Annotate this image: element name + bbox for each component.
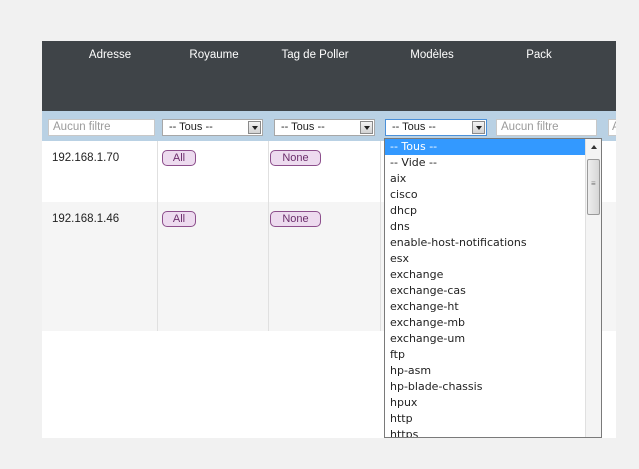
chevron-down-icon[interactable] <box>360 121 373 134</box>
dropdown-option[interactable]: http <box>385 411 585 427</box>
table-header: Adresse Royaume Tag de Poller Modèles Pa… <box>42 41 616 111</box>
dropdown-option[interactable]: cisco <box>385 187 585 203</box>
dropdown-option[interactable]: exchange-ht <box>385 299 585 315</box>
header-tag-poller[interactable]: Tag de Poller <box>270 49 360 61</box>
poller-tag-badge[interactable]: None <box>270 150 321 166</box>
filter-row: Aucun filtre -- Tous -- -- Tous -- -- To… <box>42 111 616 141</box>
scroll-up-arrow-icon[interactable] <box>588 141 599 153</box>
dropdown-option[interactable]: https <box>385 427 585 437</box>
dropdown-option[interactable]: hp-asm <box>385 363 585 379</box>
pack-filter-input[interactable]: Aucun filtre <box>496 119 597 136</box>
poller-tag-badge[interactable]: None <box>270 211 321 227</box>
modeles-filter-select[interactable]: -- Tous -- <box>385 119 487 136</box>
chevron-down-icon[interactable] <box>472 121 485 134</box>
header-modeles[interactable]: Modèles <box>402 49 462 61</box>
dropdown-scrollbar[interactable] <box>585 139 601 437</box>
dropdown-option[interactable]: esx <box>385 251 585 267</box>
dropdown-option[interactable]: -- Vide -- <box>385 155 585 171</box>
royaume-filter-select[interactable]: -- Tous -- <box>162 119 263 136</box>
dropdown-option[interactable]: dhcp <box>385 203 585 219</box>
column-divider <box>268 141 269 202</box>
dropdown-option[interactable]: hp-blade-chassis <box>385 379 585 395</box>
header-royaume[interactable]: Royaume <box>184 49 244 61</box>
column-divider <box>380 202 381 331</box>
dropdown-option[interactable]: exchange-um <box>385 331 585 347</box>
dropdown-option[interactable]: exchange <box>385 267 585 283</box>
column-divider <box>380 141 381 202</box>
tag-poller-filter-select[interactable]: -- Tous -- <box>274 119 375 136</box>
dropdown-option[interactable]: dns <box>385 219 585 235</box>
tag-poller-filter-value: -- Tous -- <box>281 121 325 133</box>
scrollbar-thumb[interactable] <box>587 159 600 215</box>
address-cell: 192.168.1.46 <box>52 213 120 225</box>
royaume-badge[interactable]: All <box>162 150 196 166</box>
modeles-filter-value: -- Tous -- <box>392 121 436 133</box>
dropdown-option[interactable]: ftp <box>385 347 585 363</box>
address-cell: 192.168.1.70 <box>52 152 120 164</box>
header-pack[interactable]: Pack <box>514 49 564 61</box>
dropdown-option[interactable]: hpux <box>385 395 585 411</box>
dropdown-option[interactable]: exchange-cas <box>385 283 585 299</box>
dropdown-option[interactable]: aix <box>385 171 585 187</box>
address-filter-input[interactable]: Aucun filtre <box>48 119 155 136</box>
royaume-filter-value: -- Tous -- <box>169 121 213 133</box>
column-divider <box>157 202 158 331</box>
dropdown-option[interactable]: enable-host-notifications <box>385 235 585 251</box>
header-adresse[interactable]: Adresse <box>80 49 140 61</box>
column-divider <box>157 141 158 202</box>
dropdown-options: -- Tous -- -- Vide -- aix cisco dhcp dns enabl… <box>385 139 585 437</box>
chevron-down-icon[interactable] <box>248 121 261 134</box>
dropdown-option[interactable]: -- Tous -- <box>385 139 585 155</box>
column-divider <box>268 202 269 331</box>
modeles-dropdown-list[interactable]: -- Tous -- -- Vide -- aix cisco dhcp dns enabl… <box>384 138 602 438</box>
next-filter-input[interactable]: A <box>608 119 616 136</box>
royaume-badge[interactable]: All <box>162 211 196 227</box>
dropdown-option[interactable]: exchange-mb <box>385 315 585 331</box>
